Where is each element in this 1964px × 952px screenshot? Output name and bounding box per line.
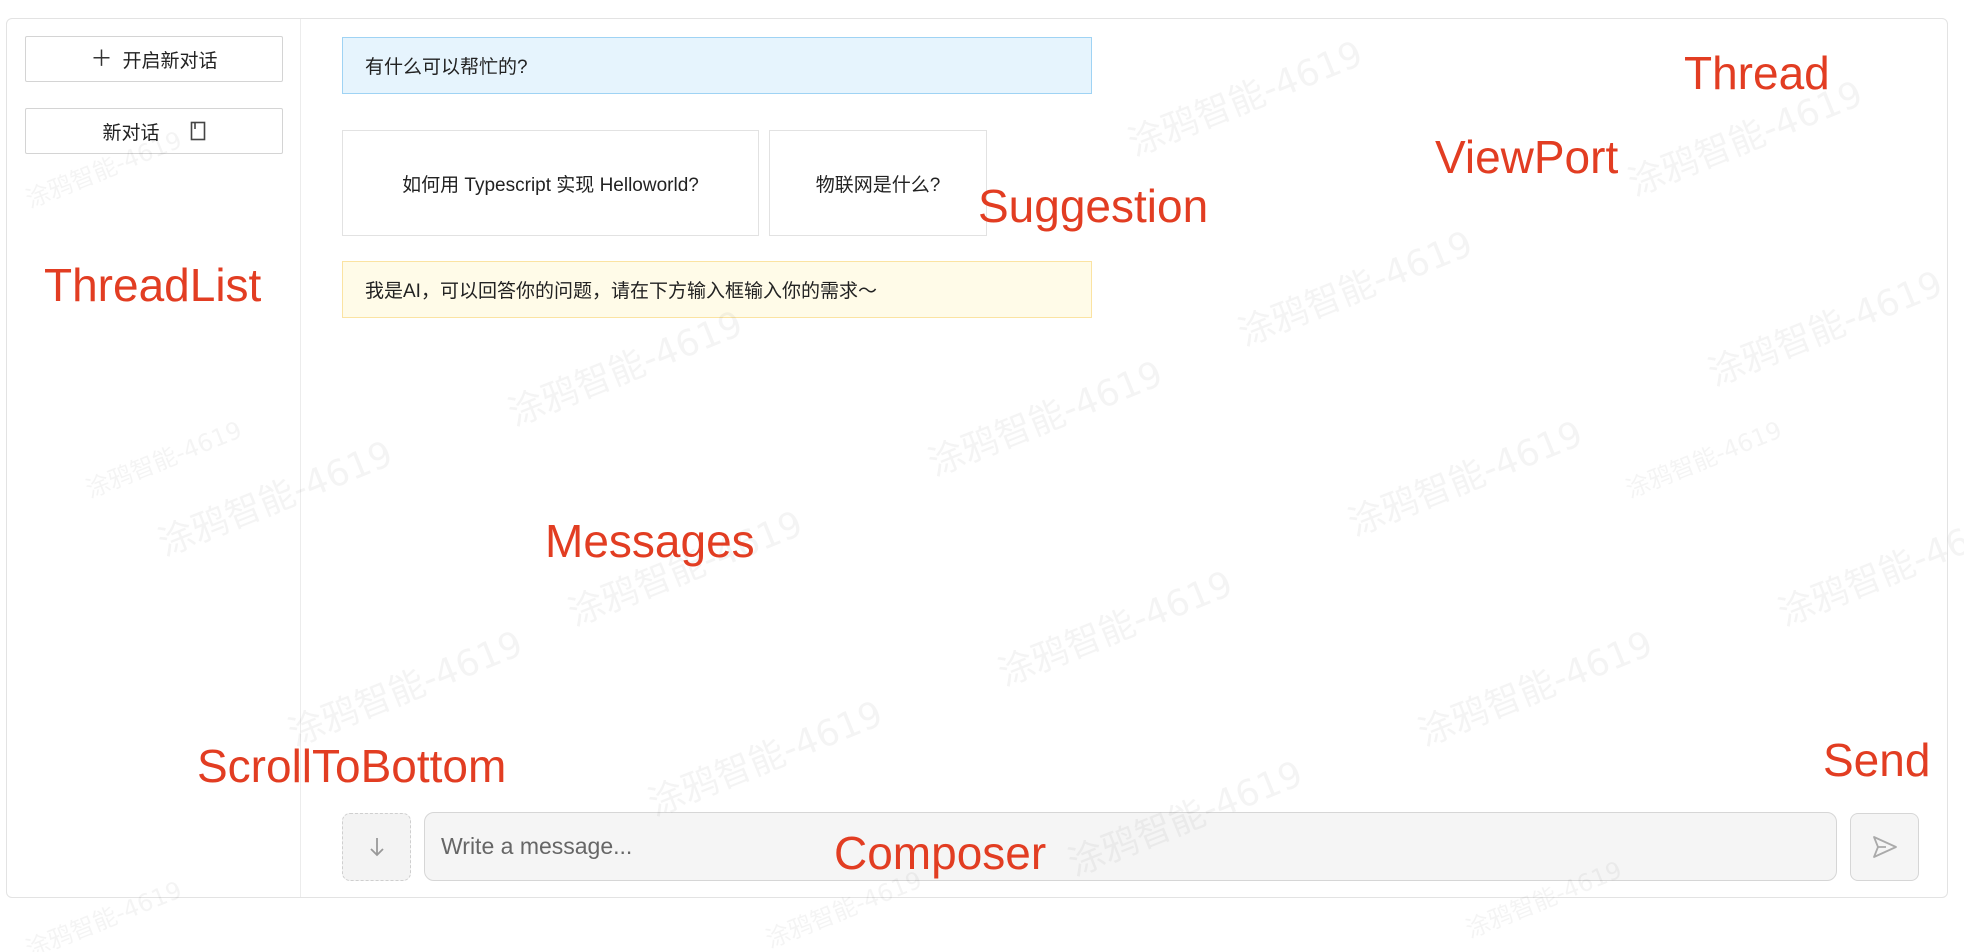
suggestion-item[interactable]: 如何用 Typescript 实现 Helloworld? xyxy=(342,130,759,236)
annotation-composer: Composer xyxy=(834,827,1047,879)
thread-item[interactable]: 新对话 xyxy=(25,108,283,154)
annotation-threadlist: ThreadList xyxy=(44,259,262,311)
annotation-suggestion: Suggestion xyxy=(978,180,1209,232)
new-chat-label: 开启新对话 xyxy=(122,50,218,72)
thread-viewport: 有什么可以帮忙的? 如何用 Typescript 实现 Helloworld? … xyxy=(301,19,1947,897)
send-button[interactable] xyxy=(1850,813,1919,881)
arrow-down-icon xyxy=(369,838,384,857)
new-chat-button[interactable]: ＋ 开启新对话 xyxy=(25,36,283,82)
thread-item-label: 新对话 xyxy=(102,122,160,144)
annotation-send: Send xyxy=(1823,734,1931,786)
user-message: 有什么可以帮忙的? xyxy=(342,37,1092,94)
composer-input[interactable] xyxy=(424,812,1837,881)
plus-icon: ＋ xyxy=(90,46,113,71)
annotation-scroll-to-bottom: ScrollToBottom xyxy=(197,740,507,792)
assistant-message: 我是AI，可以回答你的问题，请在下方输入框输入你的需求～ xyxy=(342,261,1092,318)
document-icon[interactable] xyxy=(190,121,206,141)
annotation-messages: Messages xyxy=(545,515,755,567)
annotation-viewport: ViewPort xyxy=(1435,131,1619,183)
send-icon xyxy=(1872,836,1897,858)
suggestion-item[interactable]: 物联网是什么? xyxy=(769,130,987,236)
scroll-to-bottom-button[interactable] xyxy=(342,813,411,881)
annotation-thread: Thread xyxy=(1684,47,1830,99)
